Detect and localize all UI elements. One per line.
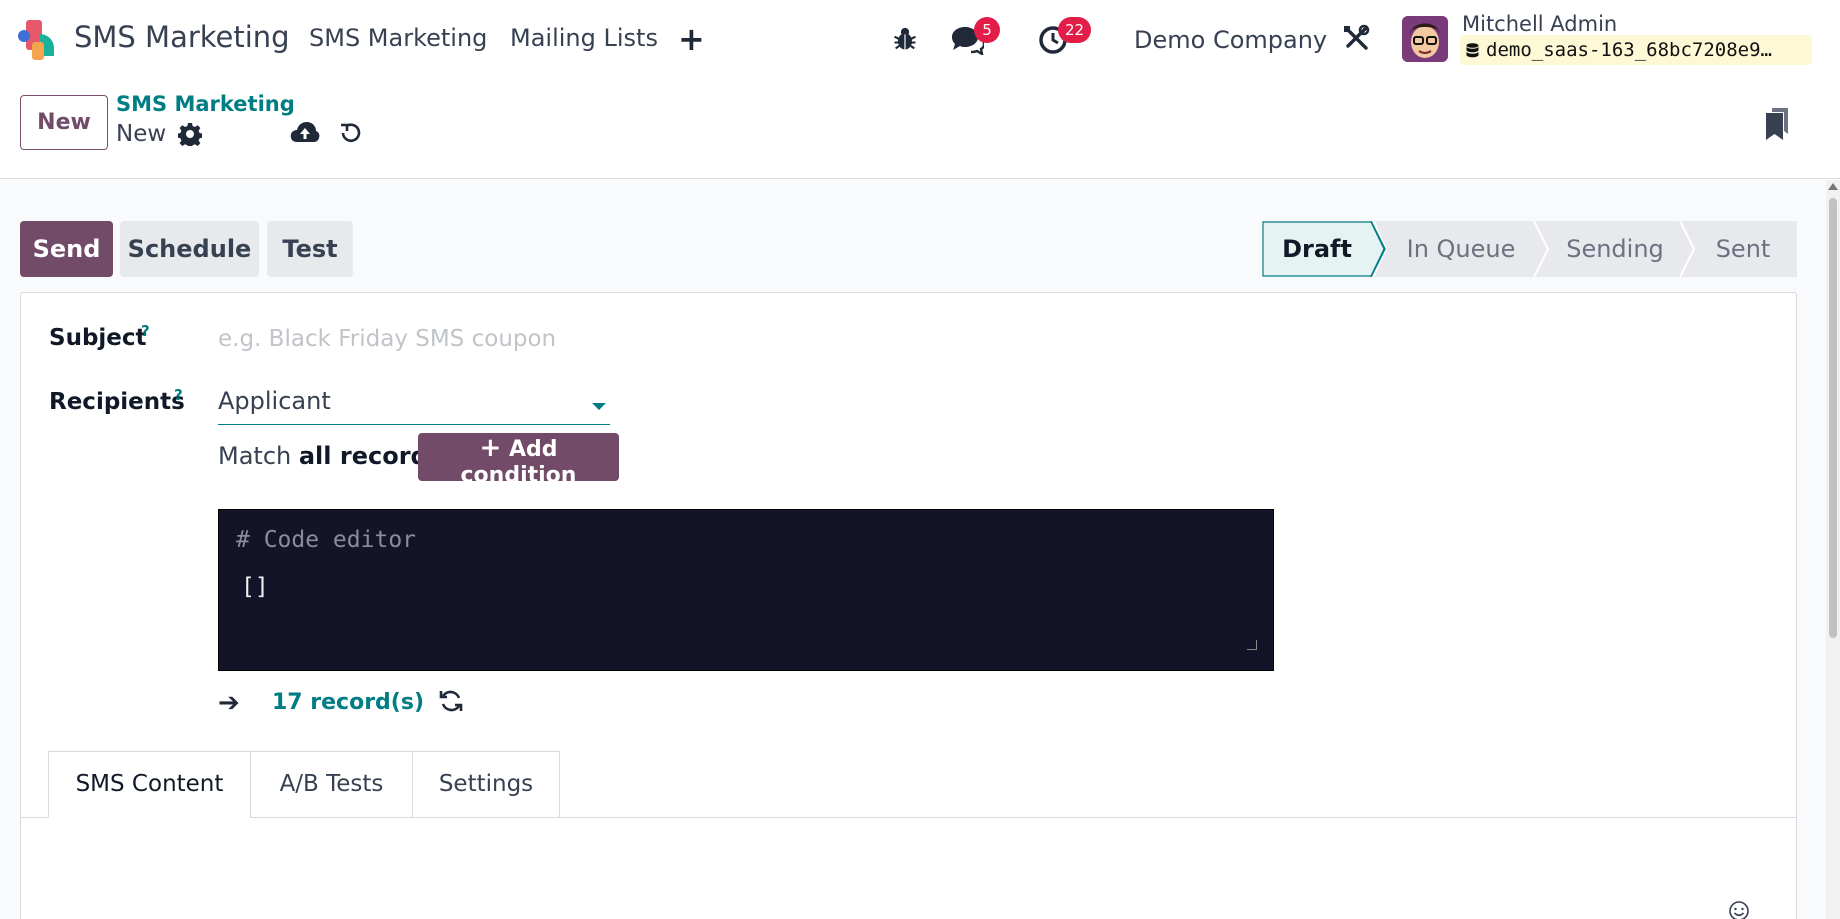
new-button[interactable]: New bbox=[20, 95, 108, 150]
messages-badge: 5 bbox=[974, 17, 1000, 43]
user-name[interactable]: Mitchell Admin bbox=[1462, 12, 1617, 36]
user-avatar[interactable] bbox=[1402, 16, 1448, 62]
records-count-link[interactable]: 17 record(s) bbox=[272, 690, 424, 715]
test-button[interactable]: Test bbox=[267, 221, 353, 277]
code-editor-comment: # Code editor bbox=[236, 527, 417, 553]
resize-handle[interactable] bbox=[1247, 640, 1257, 650]
scrollbar[interactable] bbox=[1826, 180, 1840, 919]
tab-settings[interactable]: Settings bbox=[412, 751, 560, 818]
save-cloud-icon[interactable] bbox=[290, 120, 320, 146]
recipients-label: Recipients bbox=[49, 389, 185, 415]
activities-badge: 22 bbox=[1058, 17, 1092, 43]
company-switcher[interactable]: Demo Company bbox=[1134, 26, 1327, 54]
database-label: demo_saas-163_68bc7208e9… bbox=[1486, 39, 1772, 61]
recipients-value: Applicant bbox=[218, 387, 331, 415]
schedule-button[interactable]: Schedule bbox=[120, 221, 259, 277]
code-editor[interactable]: # Code editor [] bbox=[218, 509, 1274, 671]
database-name: demo_saas-163_68bc7208e9… bbox=[1460, 35, 1812, 65]
control-panel: New SMS Marketing New bbox=[0, 80, 1840, 179]
stage-draft[interactable]: Draft bbox=[1262, 221, 1372, 277]
domain-match-text: Match all records bbox=[218, 442, 442, 470]
database-icon bbox=[1466, 43, 1479, 58]
send-button[interactable]: Send bbox=[20, 221, 113, 277]
subject-input[interactable]: e.g. Black Friday SMS coupon bbox=[218, 326, 818, 352]
subject-help-icon[interactable]: ? bbox=[141, 322, 150, 340]
plus-icon: + bbox=[479, 433, 502, 463]
match-prefix: Match bbox=[218, 442, 299, 470]
tools-icon[interactable] bbox=[1342, 24, 1370, 52]
subject-label: Subject bbox=[49, 325, 147, 351]
emoji-icon[interactable] bbox=[1728, 900, 1750, 919]
bug-icon[interactable] bbox=[891, 25, 919, 53]
stage-sending[interactable]: Sending bbox=[1548, 221, 1682, 277]
recipients-select[interactable]: Applicant bbox=[218, 387, 610, 425]
menu-sms-marketing[interactable]: SMS Marketing bbox=[309, 24, 487, 52]
scroll-thumb[interactable] bbox=[1829, 198, 1837, 638]
add-condition-label: Add condition bbox=[460, 437, 577, 488]
recipients-help-icon[interactable]: ? bbox=[174, 386, 183, 404]
stage-in-queue[interactable]: In Queue bbox=[1386, 221, 1536, 277]
top-navbar: SMS Marketing SMS Marketing Mailing List… bbox=[0, 0, 1840, 80]
arrow-right-icon: ➔ bbox=[218, 688, 240, 718]
app-name[interactable]: SMS Marketing bbox=[74, 20, 290, 54]
tab-ab-tests[interactable]: A/B Tests bbox=[250, 751, 413, 818]
sms-marketing-app-icon[interactable] bbox=[18, 20, 60, 60]
caret-down-icon bbox=[592, 403, 606, 410]
plus-icon[interactable]: + bbox=[678, 20, 705, 58]
bookmark-icon[interactable] bbox=[1764, 108, 1790, 140]
menu-mailing-lists[interactable]: Mailing Lists bbox=[510, 24, 658, 52]
code-editor-value[interactable]: [] bbox=[241, 574, 269, 600]
discard-icon[interactable] bbox=[338, 120, 364, 146]
breadcrumb-current: New bbox=[116, 121, 167, 147]
stage-sent[interactable]: Sent bbox=[1694, 221, 1792, 277]
gear-icon[interactable] bbox=[178, 122, 202, 146]
refresh-icon[interactable] bbox=[438, 688, 464, 714]
scroll-up-arrow-icon[interactable] bbox=[1828, 183, 1838, 190]
breadcrumb-parent[interactable]: SMS Marketing bbox=[116, 92, 295, 116]
add-condition-button[interactable]: + Add condition bbox=[418, 433, 619, 488]
tab-sms-content[interactable]: SMS Content bbox=[48, 751, 251, 818]
